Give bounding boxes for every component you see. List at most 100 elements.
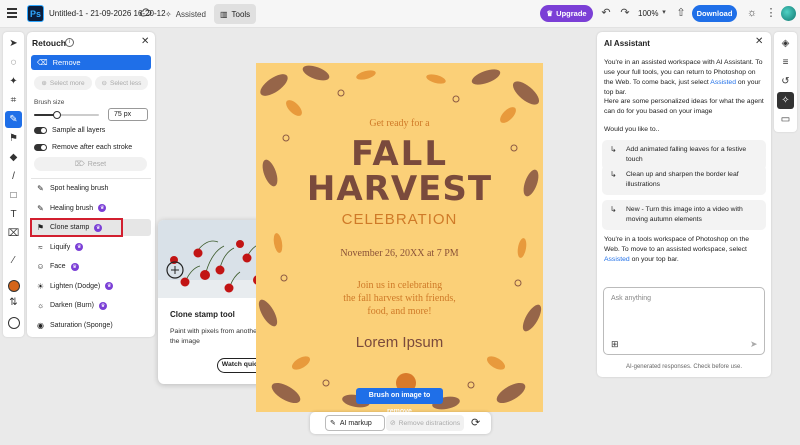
crop-tool-icon[interactable]: ⌗ [5,92,22,109]
poster-invitation-text: Join us in celebrating the fall harvest … [296,279,503,318]
retouch-tool-item[interactable]: ◉ Saturation (Sponge) [31,317,151,334]
selection-tool-icon[interactable]: ◌ [5,54,22,71]
reset-button[interactable]: ⌦ Reset [34,157,147,171]
retouch-tool-item[interactable]: ✎ Healing brush ♛ [31,200,151,217]
eyedropper-icon[interactable]: ⁄ [5,252,22,269]
brush-hint-pill: Brush on image to remove [356,388,443,415]
ai-assistant-icon[interactable]: ✧ [777,92,794,109]
shape-tool-icon[interactable]: □ [5,187,22,204]
retouch-tool-item[interactable]: ☼ Darken (Burn) ♛ [31,297,151,314]
zoom-level[interactable]: 100% [638,9,658,18]
brush-size-slider[interactable] [34,114,99,116]
brush-tool-icon[interactable]: / [5,168,22,185]
retouch-tool-item[interactable]: ≈ Liquify ♛ [31,239,151,256]
assisted-mode-button[interactable]: ✧ Assisted [159,4,212,24]
retouch-tool-icon[interactable]: ✎ [5,111,22,128]
info-icon[interactable]: i [65,38,74,47]
type-tool-icon[interactable]: T [5,206,22,223]
poster-headline-fall: FALL [351,134,448,174]
lightbulb-icon[interactable]: ☼ [746,7,758,19]
divider [31,178,151,179]
healing-brush-icon: ✎ [37,203,44,213]
chevron-down-icon[interactable]: ▾ [658,7,670,19]
send-icon[interactable]: ➤ [750,339,758,350]
poster-get-ready-text: Get ready for a [369,118,430,129]
ai-assistant-panel: AI Assistant ✕ You're in an assisted wor… [597,32,771,377]
swap-colors-icon[interactable]: ⇅ [5,294,22,311]
close-icon[interactable]: ✕ [141,36,149,47]
reset-icon: ⌦ [74,161,85,168]
ask-anything-input[interactable]: Ask anything ⊞ ➤ [603,287,765,355]
remove-distractions-button[interactable]: ⊘ Remove distractions [386,415,464,431]
clone-stamp-highlight-box [30,218,123,237]
retouch-tool-item[interactable]: ☀ Lighten (Dodge) ♛ [31,278,151,295]
paint-bucket-icon[interactable]: ◆ [5,149,22,166]
left-toolbar: ➤ ◌ ✦ ⌗ ✎ ⚑ ◆ / □ T ⌧ ⁄ ⇅ [3,32,24,337]
refresh-icon[interactable]: ⟳ [471,416,480,429]
suggestion-chip[interactable]: ↳ New - Turn this image into a video wit… [602,200,766,230]
remove-distractions-icon: ⊘ [389,420,396,427]
ai-disclaimer: AI-generated responses. Check before use… [625,364,743,370]
spot-healing-icon: ✎ [37,184,44,193]
ai-markup-button[interactable]: ✎ AI markup [325,415,385,431]
assisted-link[interactable]: Assisted [604,256,630,263]
burn-icon: ☼ [36,301,45,310]
remove-button[interactable]: ⌫ Remove [31,55,151,70]
panel-title: Retouch [32,38,66,48]
markup-icon: ✎ [330,420,336,427]
history-icon[interactable]: ↺ [777,73,794,90]
tools-icon: ▥ [219,9,228,19]
suggestion-label: Add animated falling leaves for a festiv… [626,146,747,163]
adjustments-icon[interactable]: ≡ [777,54,794,71]
crown-icon: ♛ [546,9,554,18]
redo-icon[interactable]: ↷ [619,7,631,19]
assisted-link[interactable]: Assisted [710,79,736,86]
foreground-color-swatch[interactable] [8,280,20,292]
tool-label: Darken (Burn) [50,302,94,309]
premium-crown-icon: ♛ [70,262,79,271]
upgrade-button[interactable]: ♛ Upgrade [540,5,593,22]
bottom-action-bar: ✎ AI markup ⊘ Remove distractions ⟳ [310,412,491,434]
select-more-button[interactable]: ⊕ Select more [34,76,92,90]
select-more-icon: ⊕ [41,80,47,87]
download-button[interactable]: Download [692,5,737,22]
document-canvas[interactable]: Get ready for a FALL HARVEST CELEBRATION… [256,63,543,412]
sample-all-layers-toggle[interactable] [34,127,47,134]
would-you-like-text: Would you like to.. [604,126,660,133]
tool-label: Face [50,263,66,270]
suggestion-chip[interactable]: ↳ Clean up and sharpen the border leaf i… [602,165,766,195]
share-icon[interactable]: ⇧ [675,7,687,19]
select-less-button[interactable]: ⊖ Select less [95,76,148,90]
suggestion-label: New - Turn this image into a video with … [626,206,743,223]
poster-lorem-text: Lorem Ipsum [355,334,444,351]
close-icon[interactable]: ✕ [755,36,763,47]
clone-tool-icon[interactable]: ⚑ [5,130,22,147]
brush-size-input[interactable]: 75 px [108,108,148,121]
tools-label: Tools [231,9,251,19]
select-less-label: Select less [110,79,142,87]
tools-workspace-text: You're in a tools workspace of Photoshop… [604,235,766,265]
remove-after-stroke-toggle[interactable] [34,144,47,151]
tool-label: Saturation (Sponge) [50,321,113,329]
retouch-tool-item[interactable]: ✎ Spot healing brush [31,180,151,197]
remove-after-stroke-row: Remove after each stroke [34,144,132,151]
hamburger-menu-icon[interactable] [7,8,17,18]
sparkle-icon: ✧ [165,9,172,19]
attach-image-icon[interactable]: ⊞ [611,339,619,350]
apps-grid-icon[interactable]: ⋮ [765,7,777,19]
undo-icon[interactable]: ↶ [600,7,612,19]
layers-icon[interactable]: ◈ [777,35,794,52]
camera-raw-icon[interactable]: ⌧ [5,225,22,242]
quick-action-icon[interactable]: ✦ [5,73,22,90]
comments-icon[interactable]: ▭ [777,111,794,128]
invitation-line-2: the fall harvest with friends, [343,293,456,304]
retouch-tool-item[interactable]: ☺ Face ♛ [31,258,151,275]
background-color-swatch[interactable] [8,317,20,329]
brush-size-slider-thumb[interactable] [52,111,61,119]
tools-mode-button[interactable]: ▥ Tools [213,4,257,24]
tool-label: Lighten (Dodge) [50,282,101,290]
dodge-icon: ☀ [36,281,45,291]
user-avatar[interactable] [781,6,796,21]
move-tool-icon[interactable]: ➤ [5,35,22,52]
cloud-sync-icon[interactable] [140,8,152,18]
